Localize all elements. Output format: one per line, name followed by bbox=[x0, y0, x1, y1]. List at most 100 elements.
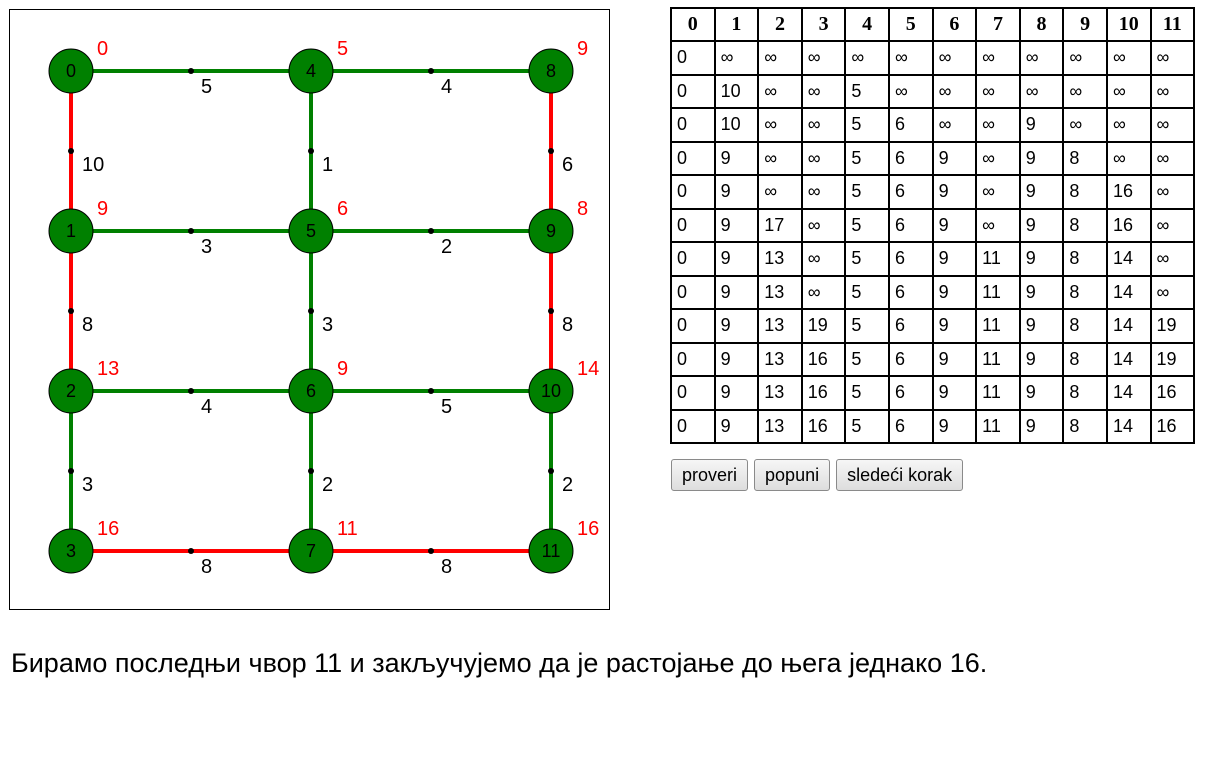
table-cell[interactable]: 6 bbox=[888, 376, 933, 410]
table-cell[interactable]: 19 bbox=[1150, 342, 1195, 376]
table-cell[interactable]: 16 bbox=[801, 409, 846, 443]
table-cell[interactable]: 16 bbox=[801, 342, 846, 376]
table-cell[interactable]: ∞ bbox=[932, 41, 977, 75]
table-cell[interactable]: 8 bbox=[1063, 309, 1107, 343]
table-cell[interactable]: 19 bbox=[801, 309, 846, 343]
table-cell[interactable]: ∞ bbox=[1106, 141, 1151, 175]
table-cell[interactable]: 9 bbox=[932, 208, 977, 242]
table-cell[interactable]: 14 bbox=[1106, 242, 1151, 276]
table-cell[interactable]: 5 bbox=[845, 74, 889, 108]
table-cell[interactable]: 0 bbox=[671, 275, 715, 309]
table-cell[interactable]: 14 bbox=[1106, 376, 1151, 410]
table-cell[interactable]: 5 bbox=[845, 376, 889, 410]
table-cell[interactable]: 9 bbox=[932, 141, 977, 175]
table-cell[interactable]: 9 bbox=[1019, 141, 1064, 175]
table-cell[interactable]: 10 bbox=[714, 108, 759, 142]
table-cell[interactable]: 13 bbox=[758, 409, 802, 443]
table-cell[interactable]: 6 bbox=[888, 108, 933, 142]
table-cell[interactable]: 5 bbox=[845, 175, 889, 209]
table-cell[interactable]: 9 bbox=[1019, 309, 1064, 343]
table-cell[interactable]: 9 bbox=[1019, 342, 1064, 376]
table-cell[interactable]: 9 bbox=[714, 342, 759, 376]
table-cell[interactable]: ∞ bbox=[888, 41, 933, 75]
table-cell[interactable]: 5 bbox=[845, 409, 889, 443]
table-cell[interactable]: 9 bbox=[714, 175, 759, 209]
table-cell[interactable]: 16 bbox=[801, 376, 846, 410]
table-cell[interactable]: 14 bbox=[1106, 309, 1151, 343]
table-cell[interactable]: 11 bbox=[976, 275, 1020, 309]
table-cell[interactable]: ∞ bbox=[932, 108, 977, 142]
table-cell[interactable]: 9 bbox=[1019, 376, 1064, 410]
table-cell[interactable]: 0 bbox=[671, 208, 715, 242]
table-cell[interactable]: ∞ bbox=[758, 175, 802, 209]
table-cell[interactable]: ∞ bbox=[758, 141, 802, 175]
table-cell[interactable]: ∞ bbox=[845, 41, 889, 75]
table-cell[interactable]: ∞ bbox=[1019, 41, 1064, 75]
table-cell[interactable]: 11 bbox=[976, 242, 1020, 276]
table-cell[interactable]: ∞ bbox=[976, 141, 1020, 175]
table-cell[interactable]: ∞ bbox=[758, 41, 802, 75]
table-cell[interactable]: 0 bbox=[671, 74, 715, 108]
table-cell[interactable]: 5 bbox=[845, 242, 889, 276]
table-cell[interactable]: 0 bbox=[671, 41, 715, 75]
table-cell[interactable]: ∞ bbox=[801, 141, 846, 175]
table-cell[interactable]: 6 bbox=[888, 409, 933, 443]
table-cell[interactable]: 16 bbox=[1106, 208, 1151, 242]
table-cell[interactable]: 8 bbox=[1063, 175, 1107, 209]
table-cell[interactable]: 9 bbox=[932, 409, 977, 443]
table-cell[interactable]: 14 bbox=[1106, 342, 1151, 376]
table-cell[interactable]: 9 bbox=[1019, 108, 1064, 142]
table-cell[interactable]: 9 bbox=[714, 376, 759, 410]
table-cell[interactable]: ∞ bbox=[932, 74, 977, 108]
table-cell[interactable]: 5 bbox=[845, 108, 889, 142]
table-cell[interactable]: 0 bbox=[671, 342, 715, 376]
table-cell[interactable]: ∞ bbox=[801, 74, 846, 108]
table-cell[interactable]: ∞ bbox=[801, 175, 846, 209]
table-cell[interactable]: 13 bbox=[758, 275, 802, 309]
table-cell[interactable]: ∞ bbox=[1063, 108, 1107, 142]
table-cell[interactable]: 0 bbox=[671, 141, 715, 175]
table-cell[interactable]: 9 bbox=[1019, 242, 1064, 276]
table-cell[interactable]: 14 bbox=[1106, 409, 1151, 443]
table-cell[interactable]: 0 bbox=[671, 376, 715, 410]
table-cell[interactable]: 8 bbox=[1063, 242, 1107, 276]
table-cell[interactable]: ∞ bbox=[801, 108, 846, 142]
table-cell[interactable]: 8 bbox=[1063, 342, 1107, 376]
table-cell[interactable]: 6 bbox=[888, 275, 933, 309]
table-cell[interactable]: 16 bbox=[1150, 409, 1195, 443]
table-cell[interactable]: 13 bbox=[758, 342, 802, 376]
table-cell[interactable]: 6 bbox=[888, 141, 933, 175]
table-cell[interactable]: 13 bbox=[758, 309, 802, 343]
table-cell[interactable]: 19 bbox=[1150, 309, 1195, 343]
table-cell[interactable]: 9 bbox=[714, 242, 759, 276]
table-cell[interactable]: ∞ bbox=[1106, 108, 1151, 142]
table-cell[interactable]: ∞ bbox=[888, 74, 933, 108]
fill-button[interactable]: popuni bbox=[754, 459, 831, 491]
table-cell[interactable]: ∞ bbox=[1150, 74, 1195, 108]
table-cell[interactable]: 9 bbox=[932, 175, 977, 209]
table-cell[interactable]: 0 bbox=[671, 309, 715, 343]
table-cell[interactable]: 0 bbox=[671, 242, 715, 276]
table-cell[interactable]: ∞ bbox=[1106, 41, 1151, 75]
table-cell[interactable]: 6 bbox=[888, 242, 933, 276]
table-cell[interactable]: 5 bbox=[845, 275, 889, 309]
table-cell[interactable]: ∞ bbox=[1063, 74, 1107, 108]
table-cell[interactable]: 8 bbox=[1063, 376, 1107, 410]
table-cell[interactable]: 5 bbox=[845, 342, 889, 376]
table-cell[interactable]: 10 bbox=[714, 74, 759, 108]
table-cell[interactable]: ∞ bbox=[976, 175, 1020, 209]
table-cell[interactable]: ∞ bbox=[758, 74, 802, 108]
table-cell[interactable]: 11 bbox=[976, 409, 1020, 443]
table-cell[interactable]: 8 bbox=[1063, 141, 1107, 175]
table-cell[interactable]: 9 bbox=[1019, 208, 1064, 242]
table-cell[interactable]: 13 bbox=[758, 376, 802, 410]
table-cell[interactable]: 9 bbox=[932, 275, 977, 309]
table-cell[interactable]: 16 bbox=[1106, 175, 1151, 209]
table-cell[interactable]: 9 bbox=[932, 342, 977, 376]
table-cell[interactable]: 0 bbox=[671, 409, 715, 443]
table-cell[interactable]: ∞ bbox=[1019, 74, 1064, 108]
table-cell[interactable]: 9 bbox=[932, 309, 977, 343]
table-cell[interactable]: ∞ bbox=[1150, 41, 1195, 75]
table-cell[interactable]: 9 bbox=[1019, 409, 1064, 443]
table-cell[interactable]: ∞ bbox=[801, 275, 846, 309]
